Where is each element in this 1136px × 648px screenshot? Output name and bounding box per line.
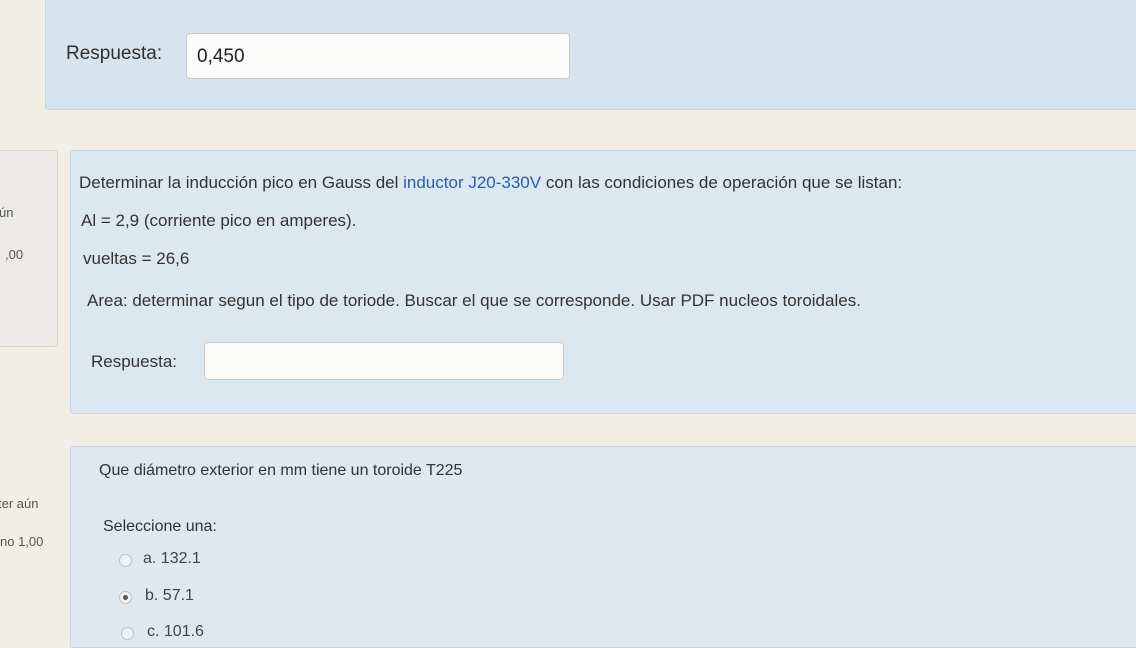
- q2-intro: Determinar la inducción pico en Gauss de…: [79, 173, 902, 193]
- q3-prompt: Seleccione una:: [103, 518, 217, 535]
- option-a-radio[interactable]: [119, 554, 132, 567]
- q1-answer-label: Respuesta:: [66, 43, 163, 64]
- q2-inductor-link[interactable]: inductor J20-330V: [403, 173, 541, 192]
- q2-answer-input[interactable]: [204, 342, 564, 380]
- question-2-panel: Determinar la inducción pico en Gauss de…: [70, 150, 1136, 414]
- option-c-label: c. 101.6: [147, 623, 204, 640]
- q3-status: ter aún: [0, 496, 39, 511]
- q1-answer-input[interactable]: 0,450: [186, 33, 570, 79]
- q3-question: Que diámetro exterior en mm tiene un tor…: [99, 462, 463, 479]
- q2-answer-label: Respuesta:: [91, 352, 177, 371]
- question-2-info: ún ,00: [0, 150, 58, 347]
- question-3-panel: Que diámetro exterior en mm tiene un tor…: [70, 446, 1136, 648]
- q2-line-vueltas: vueltas = 26,6: [83, 249, 190, 268]
- option-b-radio[interactable]: [119, 591, 132, 604]
- q2-intro-pre: Determinar la inducción pico en Gauss de…: [79, 173, 404, 192]
- q2-grade: ,00: [5, 247, 24, 262]
- q2-status: ún: [0, 205, 14, 220]
- option-c-radio[interactable]: [121, 627, 134, 640]
- q2-line-al: Al = 2,9 (corriente pico en amperes).: [81, 211, 357, 230]
- option-b-label: b. 57.1: [145, 587, 194, 604]
- option-a-label: a. 132.1: [143, 550, 201, 567]
- q3-grade: no 1,00: [0, 534, 44, 549]
- question-3-info: ter aún no 1,00: [0, 448, 56, 648]
- question-1-panel: Respuesta: 0,450: [45, 0, 1136, 110]
- q2-line-area: Area: determinar segun el tipo de toriod…: [87, 291, 861, 310]
- q2-intro-post: con las condiciones de operación que se …: [541, 173, 903, 192]
- q1-answer-value: 0,450: [197, 46, 245, 67]
